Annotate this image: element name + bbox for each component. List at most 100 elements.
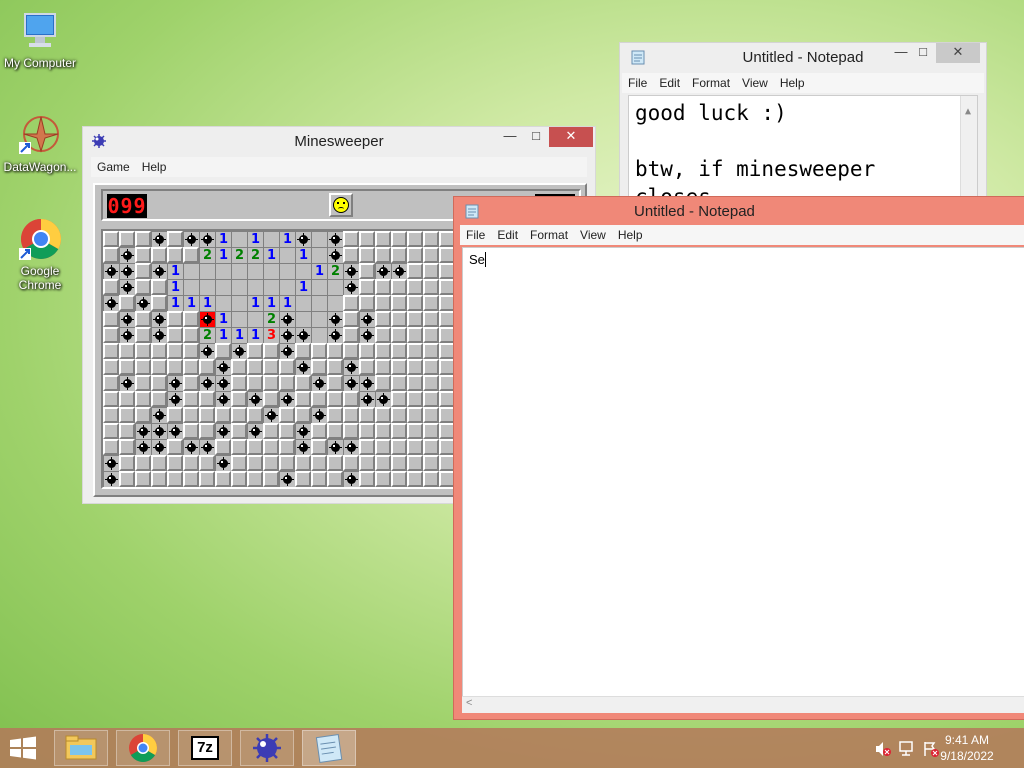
- closed-cell[interactable]: [135, 231, 151, 247]
- closed-cell[interactable]: [231, 359, 247, 375]
- closed-cell[interactable]: [263, 439, 279, 455]
- closed-cell[interactable]: [167, 439, 183, 455]
- closed-cell[interactable]: [135, 279, 151, 295]
- scroll-left-icon[interactable]: <: [466, 697, 472, 709]
- closed-cell[interactable]: [215, 439, 231, 455]
- empty-cell[interactable]: [295, 311, 311, 327]
- closed-cell[interactable]: [359, 407, 375, 423]
- closed-cell[interactable]: [151, 375, 167, 391]
- closed-cell[interactable]: [359, 343, 375, 359]
- mine-cell[interactable]: [327, 327, 343, 343]
- closed-cell[interactable]: [135, 455, 151, 471]
- closed-cell[interactable]: [247, 455, 263, 471]
- closed-cell[interactable]: [359, 295, 375, 311]
- maximize-button[interactable]: □: [523, 127, 549, 147]
- closed-cell[interactable]: [215, 407, 231, 423]
- closed-cell[interactable]: [103, 407, 119, 423]
- closed-cell[interactable]: [407, 247, 423, 263]
- menu-edit[interactable]: Edit: [491, 225, 524, 242]
- closed-cell[interactable]: [407, 407, 423, 423]
- empty-cell[interactable]: [231, 279, 247, 295]
- menu-view[interactable]: View: [574, 225, 612, 242]
- desktop-icon-my-computer[interactable]: My Computer: [0, 8, 80, 70]
- number-cell[interactable]: 1: [231, 327, 247, 343]
- closed-cell[interactable]: [375, 295, 391, 311]
- closed-cell[interactable]: [199, 407, 215, 423]
- vertical-scrollbar[interactable]: ▲: [960, 96, 977, 210]
- closed-cell[interactable]: [391, 311, 407, 327]
- closed-cell[interactable]: [391, 391, 407, 407]
- closed-cell[interactable]: [391, 407, 407, 423]
- menu-format[interactable]: Format: [686, 73, 736, 90]
- closed-cell[interactable]: [247, 439, 263, 455]
- closed-cell[interactable]: [247, 359, 263, 375]
- closed-cell[interactable]: [407, 375, 423, 391]
- closed-cell[interactable]: [199, 391, 215, 407]
- closed-cell[interactable]: [311, 455, 327, 471]
- mine-cell[interactable]: [343, 279, 359, 295]
- mine-cell[interactable]: [199, 439, 215, 455]
- number-cell[interactable]: 1: [311, 263, 327, 279]
- closed-cell[interactable]: [407, 279, 423, 295]
- closed-cell[interactable]: [119, 343, 135, 359]
- closed-cell[interactable]: [407, 471, 423, 487]
- title-bar[interactable]: Minesweeper — □ ✕: [83, 127, 595, 155]
- closed-cell[interactable]: [391, 455, 407, 471]
- closed-cell[interactable]: [423, 375, 439, 391]
- closed-cell[interactable]: [375, 247, 391, 263]
- mine-cell[interactable]: [327, 311, 343, 327]
- closed-cell[interactable]: [167, 311, 183, 327]
- mine-cell[interactable]: [103, 295, 119, 311]
- number-cell[interactable]: 3: [263, 327, 279, 343]
- closed-cell[interactable]: [375, 311, 391, 327]
- empty-cell[interactable]: [311, 327, 327, 343]
- scroll-up-icon[interactable]: ▲: [965, 98, 971, 126]
- closed-cell[interactable]: [199, 455, 215, 471]
- closed-cell[interactable]: [375, 407, 391, 423]
- closed-cell[interactable]: [231, 439, 247, 455]
- number-cell[interactable]: 1: [247, 327, 263, 343]
- number-cell[interactable]: 1: [215, 231, 231, 247]
- mine-cell[interactable]: [295, 439, 311, 455]
- closed-cell[interactable]: [263, 471, 279, 487]
- closed-cell[interactable]: [183, 311, 199, 327]
- empty-cell[interactable]: [311, 295, 327, 311]
- closed-cell[interactable]: [375, 423, 391, 439]
- closed-cell[interactable]: [103, 439, 119, 455]
- mine-cell[interactable]: [199, 231, 215, 247]
- closed-cell[interactable]: [343, 407, 359, 423]
- start-button[interactable]: [8, 736, 38, 760]
- closed-cell[interactable]: [183, 391, 199, 407]
- closed-cell[interactable]: [231, 375, 247, 391]
- closed-cell[interactable]: [103, 423, 119, 439]
- closed-cell[interactable]: [375, 359, 391, 375]
- empty-cell[interactable]: [247, 279, 263, 295]
- closed-cell[interactable]: [231, 407, 247, 423]
- closed-cell[interactable]: [183, 455, 199, 471]
- empty-cell[interactable]: [215, 263, 231, 279]
- closed-cell[interactable]: [407, 455, 423, 471]
- mine-cell[interactable]: [199, 311, 215, 327]
- mine-cell[interactable]: [119, 375, 135, 391]
- mine-cell[interactable]: [151, 327, 167, 343]
- closed-cell[interactable]: [391, 471, 407, 487]
- empty-cell[interactable]: [311, 311, 327, 327]
- empty-cell[interactable]: [231, 263, 247, 279]
- closed-cell[interactable]: [375, 231, 391, 247]
- closed-cell[interactable]: [263, 359, 279, 375]
- closed-cell[interactable]: [391, 295, 407, 311]
- mine-cell[interactable]: [279, 343, 295, 359]
- number-cell[interactable]: 1: [263, 247, 279, 263]
- closed-cell[interactable]: [103, 279, 119, 295]
- closed-cell[interactable]: [295, 375, 311, 391]
- mine-cell[interactable]: [103, 471, 119, 487]
- empty-cell[interactable]: [279, 263, 295, 279]
- closed-cell[interactable]: [135, 407, 151, 423]
- taskbar-chrome[interactable]: [116, 730, 170, 766]
- mine-cell[interactable]: [295, 231, 311, 247]
- number-cell[interactable]: 1: [215, 327, 231, 343]
- closed-cell[interactable]: [135, 263, 151, 279]
- closed-cell[interactable]: [327, 423, 343, 439]
- mine-cell[interactable]: [151, 231, 167, 247]
- closed-cell[interactable]: [407, 391, 423, 407]
